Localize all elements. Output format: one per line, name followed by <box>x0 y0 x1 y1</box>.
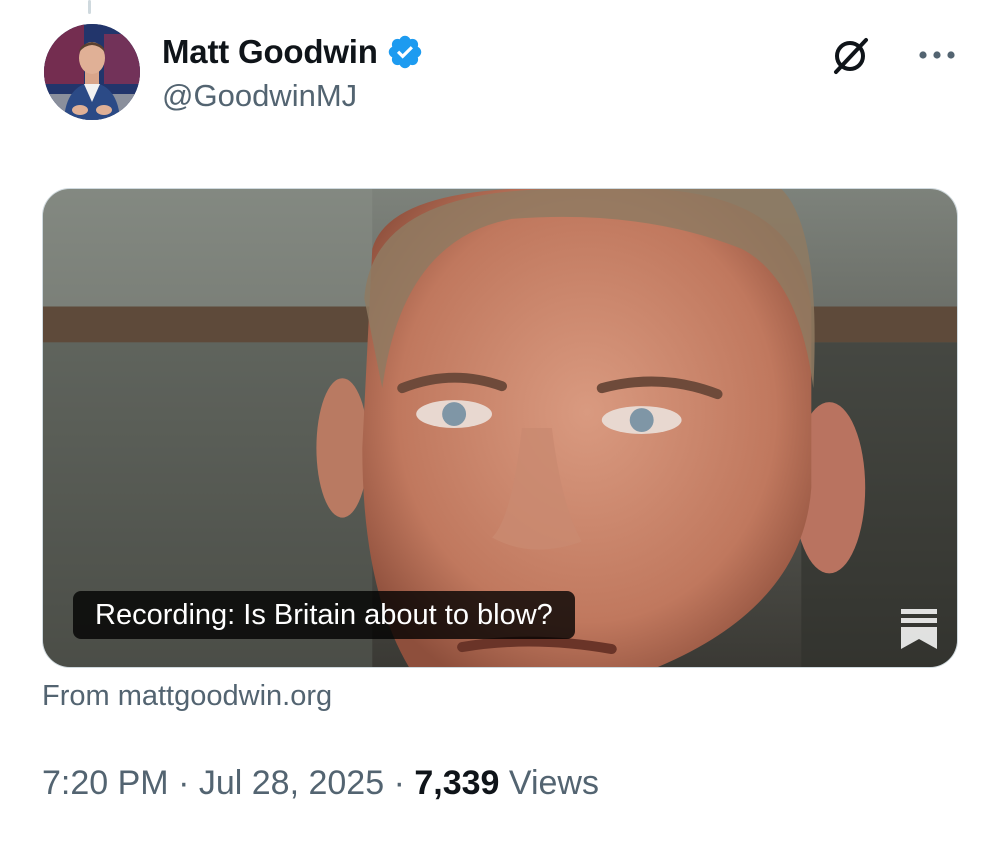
tweet-header: Matt Goodwin @GoodwinMJ <box>44 24 960 134</box>
tweet-time[interactable]: 7:20 PM <box>42 764 169 802</box>
author-names: Matt Goodwin @GoodwinMJ <box>162 28 424 114</box>
link-preview-card[interactable]: Recording: Is Britain about to blow? <box>42 188 958 668</box>
meta-separator: · <box>178 764 190 802</box>
handle[interactable]: @GoodwinMJ <box>162 78 424 114</box>
card-title: Recording: Is Britain about to blow? <box>73 591 575 639</box>
card-source-link[interactable]: From mattgoodwin.org <box>42 680 332 713</box>
tweet-metadata: 7:20 PM · Jul 28, 2025 · 7,339 Views <box>42 764 599 803</box>
tweet-date[interactable]: Jul 28, 2025 <box>199 764 384 802</box>
views-count[interactable]: 7,339 <box>414 764 499 802</box>
thread-connector-line <box>88 0 91 14</box>
views-label: Views <box>508 764 599 802</box>
display-name-row: Matt Goodwin <box>162 28 424 76</box>
substack-icon <box>901 609 937 649</box>
more-options-icon[interactable] <box>916 40 958 70</box>
meta-separator: · <box>393 764 405 802</box>
display-name[interactable]: Matt Goodwin <box>162 33 378 71</box>
avatar[interactable] <box>44 24 140 120</box>
grok-icon[interactable] <box>828 34 872 78</box>
verified-badge-icon <box>388 35 421 69</box>
